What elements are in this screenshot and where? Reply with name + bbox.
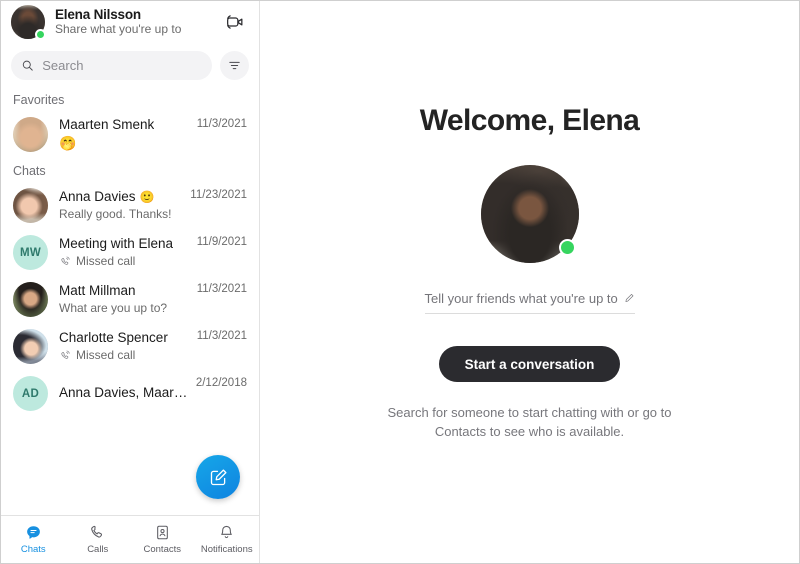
contacts-book-icon (156, 525, 168, 540)
list-item[interactable]: MW Meeting with Elena Missed call 11/9/2… (1, 229, 259, 276)
row-top: Meeting with Elena (59, 236, 191, 252)
avatar-photo (13, 282, 48, 317)
presence-indicator-online (35, 29, 46, 40)
row-top: Charlotte Spencer (59, 330, 191, 346)
avatar-photo (13, 188, 48, 223)
hint-text: Search for someone to start chatting wit… (387, 405, 672, 439)
new-chat-button[interactable] (196, 455, 240, 499)
phone-icon (91, 525, 103, 538)
search-row (1, 43, 259, 87)
mood-input[interactable]: Tell your friends what you're up to (424, 290, 635, 314)
section-header-chats: Chats (13, 164, 46, 178)
section-header-favorites: Favorites (13, 93, 65, 107)
contact-name: Matt Millman (59, 283, 136, 299)
video-camera-icon (227, 15, 243, 29)
row-preview: Really good. Thanks! (59, 207, 184, 221)
contact-name: Anna Davies (59, 189, 136, 205)
row-top: Anna Davies 🙂 (59, 189, 184, 205)
list-item[interactable]: Matt Millman What are you up to? 11/3/20… (1, 276, 259, 323)
row-top: Matt Millman (59, 283, 191, 299)
row-preview: Missed call (59, 348, 191, 362)
missed-call-icon (61, 256, 70, 265)
row-top: Anna Davies, Maarten... (59, 385, 190, 401)
row-avatar: MW (13, 235, 48, 270)
list-item[interactable]: Anna Davies 🙂 Really good. Thanks! 11/23… (1, 182, 259, 229)
bottom-nav: Chats Calls Contacts Notifications (1, 515, 259, 563)
preview-text: Missed call (76, 348, 136, 363)
row-body: Maarten Smenk 🤭 (59, 117, 191, 152)
name-emoji-icon: 🙂 (139, 190, 155, 205)
row-preview: What are you up to? (59, 301, 191, 315)
preview-text: What are you up to? (59, 301, 168, 316)
nav-label: Contacts (143, 544, 182, 555)
preview-text: Really good. Thanks! (59, 207, 172, 222)
nav-item-calls[interactable]: Calls (66, 516, 131, 563)
row-avatar (13, 117, 48, 152)
avatar-photo (13, 117, 48, 152)
chat-bubble-icon (26, 526, 40, 539)
preview-emoji: 🤭 (59, 135, 77, 152)
welcome-panel: Welcome, Elena Tell your friends what yo… (260, 1, 799, 563)
sidebar-header: Elena Nilsson Share what you're up to (1, 1, 259, 43)
search-icon (22, 60, 33, 71)
contact-name: Anna Davies, Maarten... (59, 385, 190, 401)
skype-app-window: Elena Nilsson Share what you're up to Se… (0, 0, 800, 564)
page-title: Welcome, Elena (419, 104, 640, 137)
row-avatar (13, 329, 48, 364)
nav-label: Chats (20, 544, 46, 555)
bell-icon (221, 525, 233, 539)
nav-item-chats[interactable]: Chats (1, 516, 66, 563)
missed-call-icon (61, 350, 70, 359)
row-avatar (13, 282, 48, 317)
search-input[interactable] (42, 57, 202, 73)
mood-placeholder: Tell your friends what you're up to (424, 290, 618, 306)
row-avatar (13, 188, 48, 223)
contact-name: Maarten Smenk (59, 117, 155, 132)
pencil-edit-icon (625, 293, 634, 302)
row-body: Matt Millman What are you up to? (59, 283, 191, 316)
start-conversation-button[interactable]: Start a conversation (438, 346, 621, 382)
row-date: 2/12/2018 (195, 377, 247, 389)
new-chat-compose-icon (210, 468, 227, 485)
row-body: Meeting with Elena Missed call (59, 236, 191, 269)
meet-now-button[interactable] (221, 8, 249, 36)
row-date: 11/9/2021 (196, 236, 247, 248)
row-date: 11/3/2021 (196, 283, 247, 295)
preview-text: Missed call (76, 254, 136, 269)
row-body: Anna Davies, Maarten... (59, 385, 190, 401)
row-avatar: AD (13, 376, 48, 411)
filter-button[interactable] (220, 50, 249, 80)
profile-text: Elena Nilsson Share what you're up to (55, 7, 221, 37)
list-item[interactable]: Maarten Smenk 🤭 11/3/2021 (1, 111, 259, 158)
row-date: 11/3/2021 (196, 118, 247, 130)
row-preview: Missed call (59, 254, 191, 268)
profile-avatar-large[interactable] (480, 165, 579, 263)
filter-icon (229, 61, 240, 69)
row-body: Charlotte Spencer Missed call (59, 330, 191, 363)
profile-avatar[interactable] (11, 5, 46, 40)
avatar-initials: MW (19, 246, 42, 259)
avatar-initials: AD (21, 387, 40, 400)
row-date: 11/3/2021 (196, 330, 247, 342)
row-date: 11/23/2021 (190, 189, 247, 201)
presence-indicator-online (558, 239, 576, 256)
profile-mood[interactable]: Share what you're up to (55, 23, 221, 37)
nav-label: Notifications (200, 544, 253, 555)
row-body: Anna Davies 🙂 Really good. Thanks! (59, 189, 184, 222)
sidebar: Elena Nilsson Share what you're up to Se… (1, 1, 260, 563)
list-item[interactable]: Charlotte Spencer Missed call 11/3/2021 (1, 323, 259, 370)
nav-label: Calls (87, 544, 109, 555)
search-box[interactable] (11, 50, 212, 80)
row-preview: 🤭 (59, 135, 191, 152)
row-top: Maarten Smenk (59, 117, 191, 133)
contact-name: Meeting with Elena (59, 236, 174, 252)
contact-name: Charlotte Spencer (59, 330, 168, 346)
conversation-list[interactable]: Favorites Maarten Smenk 🤭 11/3/2021 Chat… (1, 87, 259, 515)
profile-name: Elena Nilsson (55, 6, 141, 22)
nav-item-notifications[interactable]: Notifications (195, 516, 260, 563)
avatar-photo (13, 329, 48, 364)
list-item[interactable]: AD Anna Davies, Maarten... 2/12/2018 (1, 370, 259, 417)
nav-item-contacts[interactable]: Contacts (130, 516, 195, 563)
